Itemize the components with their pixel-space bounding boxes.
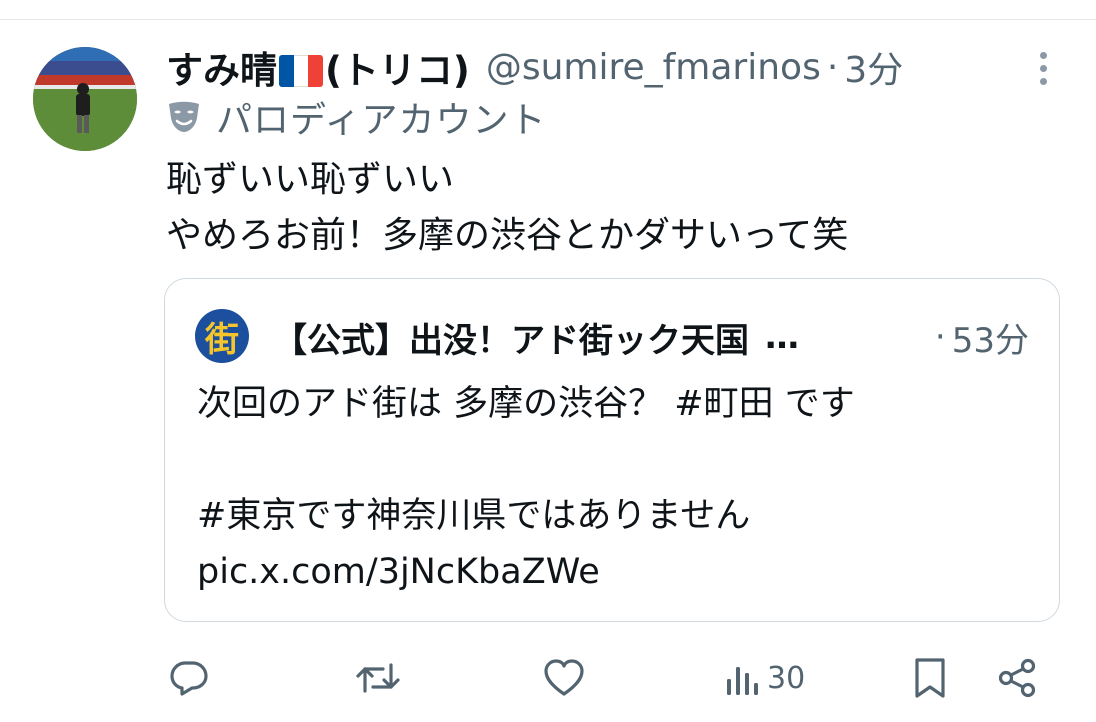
mask-icon bbox=[169, 101, 199, 132]
france-flag-icon bbox=[279, 55, 323, 87]
top-divider bbox=[0, 19, 1096, 20]
user-handle[interactable]: @sumire_fmarinos bbox=[486, 47, 821, 88]
views-icon bbox=[727, 667, 758, 695]
quote-name-ellipsis: … bbox=[765, 317, 799, 357]
quote-display-name[interactable]: 【公式】出没！アド街ック天国 bbox=[273, 313, 749, 362]
quoted-tweet-card[interactable]: 街 【公式】出没！アド街ック天国 … · 53分 次回のアド街は 多摩の渋谷？ … bbox=[164, 278, 1060, 622]
display-name-suffix: (トリコ) bbox=[325, 49, 470, 92]
tweet-text-line: 恥ずいい恥ずいい bbox=[166, 159, 455, 200]
quote-avatar-glyph: 街 bbox=[205, 319, 239, 360]
quote-text-line bbox=[197, 432, 855, 488]
flag-stripe-blue bbox=[279, 55, 294, 87]
share-button[interactable] bbox=[996, 648, 1038, 708]
quote-avatar[interactable]: 街 bbox=[195, 309, 249, 363]
flag-stripe-white bbox=[293, 55, 309, 87]
bookmark-icon bbox=[915, 658, 945, 698]
quote-text-line: 次回のアド街は 多摩の渋谷？ #町田 です bbox=[197, 384, 855, 424]
tweet-text-line: やめろお前！多摩の渋谷とかダサいって笑 bbox=[166, 215, 849, 256]
more-dot bbox=[1039, 64, 1047, 72]
avatar[interactable] bbox=[33, 47, 137, 151]
separator-dot: · bbox=[826, 46, 839, 88]
views-button[interactable]: 30 bbox=[725, 648, 805, 708]
like-button[interactable] bbox=[542, 648, 586, 708]
more-dot bbox=[1039, 51, 1047, 59]
display-name[interactable]: すみ晴 (トリコ) bbox=[166, 40, 470, 94]
bookmark-button[interactable] bbox=[912, 648, 948, 708]
quote-link[interactable]: pic.x.com/3jNcKbaZWe bbox=[197, 544, 855, 600]
quote-text: 次回のアド街は 多摩の渋谷？ #町田 です #東京です神奈川県ではありません p… bbox=[197, 376, 855, 600]
tweet-timestamp[interactable]: 3分 bbox=[844, 41, 903, 93]
more-options-button[interactable] bbox=[1028, 48, 1058, 88]
quote-separator-dot: · bbox=[934, 317, 946, 357]
flag-stripe-red bbox=[308, 55, 323, 87]
more-dot bbox=[1039, 77, 1047, 85]
quote-timestamp[interactable]: 53分 bbox=[952, 313, 1029, 362]
action-bar: 30 bbox=[0, 648, 1096, 708]
reply-button[interactable] bbox=[168, 648, 210, 708]
parody-label-text: パロディアカウント bbox=[216, 100, 547, 141]
views-count: 30 bbox=[767, 660, 806, 696]
display-name-text: すみ晴 bbox=[166, 49, 277, 92]
share-icon bbox=[998, 658, 1036, 698]
avatar-image bbox=[33, 47, 137, 151]
retweet-button[interactable] bbox=[355, 648, 401, 708]
heart-icon bbox=[544, 659, 584, 696]
quote-text-line: #東京です神奈川県ではありません bbox=[197, 496, 751, 536]
tweet-text: 恥ずいい恥ずいい やめろお前！多摩の渋谷とかダサいって笑 bbox=[166, 152, 848, 264]
retweet-icon bbox=[356, 663, 400, 693]
quote-header: 【公式】出没！アド街ック天国 … bbox=[273, 309, 799, 365]
quote-time-group: · 53分 bbox=[935, 309, 1029, 365]
reply-icon bbox=[170, 661, 208, 696]
tweet-header: すみ晴 (トリコ) @sumire_fmarinos · 3分 bbox=[166, 40, 903, 94]
parody-account-label[interactable]: パロディアカウント bbox=[166, 95, 546, 141]
